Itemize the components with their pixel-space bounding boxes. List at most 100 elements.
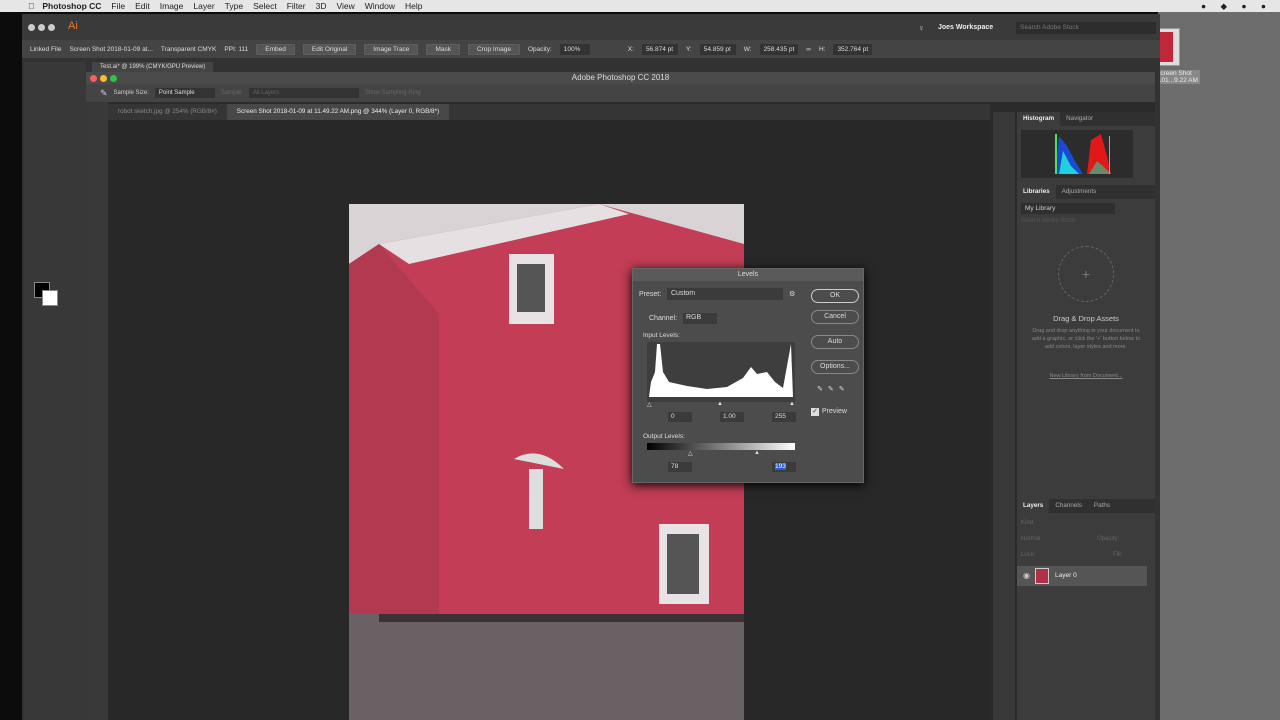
menu-layer[interactable]: Layer <box>193 1 214 11</box>
input-levels-label: Input Levels: <box>643 332 680 339</box>
output-levels-label: Output Levels: <box>643 433 685 440</box>
tab-paths[interactable]: Paths <box>1088 499 1116 513</box>
menu-select[interactable]: Select <box>253 1 277 11</box>
window-title: Adobe Photoshop CC 2018 <box>571 73 670 82</box>
crop-image-button[interactable]: Crop Image <box>467 43 520 55</box>
edit-original-button[interactable]: Edit Original <box>302 43 357 55</box>
eyedropper-tools[interactable]: ✎✎✎ <box>817 385 850 393</box>
tab-libraries[interactable]: Libraries <box>1017 185 1056 199</box>
menu-type[interactable]: Type <box>225 1 243 11</box>
preset-gear-icon[interactable]: ⚙ <box>789 290 795 298</box>
menu-image[interactable]: Image <box>160 1 184 11</box>
input-white-slider[interactable]: ▲ <box>789 401 795 407</box>
menu-view[interactable]: View <box>336 1 354 11</box>
illustrator-doc-tab[interactable]: Test.ai* @ 199% (CMYK/GPU Preview) <box>92 62 214 72</box>
desktop: Screen Shot ...01...9.22 AM <box>1152 12 1280 720</box>
library-search-input[interactable]: Search Adobe Stock <box>1021 218 1151 224</box>
tab-histogram[interactable]: Histogram <box>1017 112 1061 126</box>
sample-size-select[interactable]: Point Sample <box>154 88 215 98</box>
tab-navigator[interactable]: Navigator <box>1060 112 1099 126</box>
channel-select[interactable]: RGB <box>683 313 717 324</box>
image-trace-button[interactable]: Image Trace <box>364 43 419 55</box>
linked-file-link[interactable]: Linked File <box>30 46 61 53</box>
output-gradient <box>647 443 795 450</box>
x-input[interactable]: 56.874 pt <box>641 43 678 55</box>
mask-button[interactable]: Mask <box>426 43 460 55</box>
input-black-field[interactable]: 0 <box>668 412 692 422</box>
document-tabs: robot sketch.jpg @ 254% (RGB/8#) Screen … <box>108 104 990 120</box>
stock-search-input[interactable]: Search Adobe Stock <box>1016 22 1156 34</box>
color-mode: Transparent CMYK <box>160 45 217 53</box>
input-white-field[interactable]: 255 <box>772 412 796 422</box>
options-button[interactable]: Options... <box>811 360 859 374</box>
input-gamma-field[interactable]: 1.00 <box>720 412 744 422</box>
lightbulb-icon[interactable]: ♀ <box>918 23 925 33</box>
w-label: W: <box>743 45 752 53</box>
layer-thumbnail <box>1035 568 1049 584</box>
tab-screen-shot[interactable]: Screen Shot 2018-01-09 at 11.49.22 AM.pn… <box>226 104 450 120</box>
file-name-link[interactable]: Screen Shot 2018-01-09 at... <box>69 46 152 53</box>
embed-button[interactable]: Embed <box>256 43 295 55</box>
layer-row[interactable]: ◉ Layer 0 <box>1017 566 1147 586</box>
illustrator-logo: Ai <box>68 20 78 32</box>
libraries-panel-tabs: Libraries Adjustments <box>1017 185 1155 199</box>
mac-menubar:  Photoshop CC File Edit Image Layer Typ… <box>0 0 1280 12</box>
panel-icon-strip <box>993 112 1015 720</box>
menu-file[interactable]: File <box>111 1 125 11</box>
channel-label: Channel: <box>649 315 678 322</box>
output-black-slider[interactable]: △ <box>688 450 693 457</box>
apple-icon[interactable]:  <box>28 1 34 11</box>
lock-label: Lock: <box>1021 552 1036 558</box>
opacity-input[interactable]: 100% <box>559 43 590 55</box>
new-library-link[interactable]: New Library from Document... <box>1017 373 1155 379</box>
menu-app[interactable]: Photoshop CC <box>42 1 101 11</box>
tab-channels[interactable]: Channels <box>1049 499 1088 513</box>
preset-select[interactable]: Custom <box>667 288 783 300</box>
ok-button[interactable]: OK <box>811 289 859 303</box>
illustrator-titlebar: Ai ♀ Joes Workspace Search Adobe Stock <box>22 14 1160 40</box>
tab-layers[interactable]: Layers <box>1017 499 1050 513</box>
tab-robot-sketch[interactable]: robot sketch.jpg @ 254% (RGB/8#) <box>108 104 227 120</box>
tab-adjustments[interactable]: Adjustments <box>1056 185 1103 199</box>
stroke-color-swatch[interactable] <box>42 290 58 306</box>
eye-icon[interactable]: ◉ <box>1023 571 1030 580</box>
layers-panel-tabs: Layers Channels Paths <box>1017 499 1155 513</box>
output-white-field[interactable]: 193 <box>775 463 786 470</box>
link-icon[interactable]: ∞ <box>806 46 811 53</box>
ppi: PPI: 111 <box>224 45 249 53</box>
y-input[interactable]: 54.859 pt <box>699 43 736 55</box>
workspace-switcher[interactable]: Joes Workspace <box>938 24 993 31</box>
h-label: H: <box>818 45 826 53</box>
output-white-slider[interactable]: ▲ <box>754 450 760 456</box>
status-icons[interactable]: ● ◆ ● ● <box>1201 1 1272 12</box>
output-black-field[interactable]: 78 <box>668 462 692 472</box>
input-gamma-slider[interactable]: ▲ <box>717 401 723 407</box>
levels-title: Levels <box>633 269 863 281</box>
layer-name[interactable]: Layer 0 <box>1055 572 1077 579</box>
auto-button[interactable]: Auto <box>811 335 859 349</box>
h-input[interactable]: 352.764 pt <box>833 43 873 55</box>
menu-edit[interactable]: Edit <box>135 1 150 11</box>
sample-select[interactable]: All Layers <box>248 88 359 98</box>
menu-3d[interactable]: 3D <box>316 1 327 11</box>
add-asset-icon[interactable]: + <box>1058 246 1114 302</box>
preview-checkbox[interactable]: ✓ <box>811 408 819 416</box>
levels-histogram <box>647 342 795 402</box>
preview-label: Preview <box>822 408 847 415</box>
desktop-file-label: Screen Shot ...01...9.22 AM <box>1154 70 1200 84</box>
show-sampling-ring-checkbox[interactable]: Show Sampling Ring <box>365 90 421 96</box>
w-input[interactable]: 258.435 pt <box>759 43 799 55</box>
input-black-slider[interactable]: △ <box>647 401 652 408</box>
eyedropper-icon[interactable]: ✎ <box>100 88 108 99</box>
menu-window[interactable]: Window <box>365 1 395 11</box>
photoshop-options-bar: ✎ Sample Size: Point Sample Sample: All … <box>86 84 1155 102</box>
layer-kind-filter[interactable]: Kind <box>1021 520 1033 526</box>
library-select[interactable]: My Library <box>1021 203 1115 214</box>
menu-help[interactable]: Help <box>405 1 422 11</box>
sample-size-label: Sample Size: <box>113 90 149 96</box>
menu-filter[interactable]: Filter <box>287 1 306 11</box>
blend-mode-select[interactable]: Normal <box>1021 536 1040 542</box>
histogram-panel-graph <box>1021 130 1133 178</box>
x-label: X: <box>627 45 634 53</box>
cancel-button[interactable]: Cancel <box>811 310 859 324</box>
